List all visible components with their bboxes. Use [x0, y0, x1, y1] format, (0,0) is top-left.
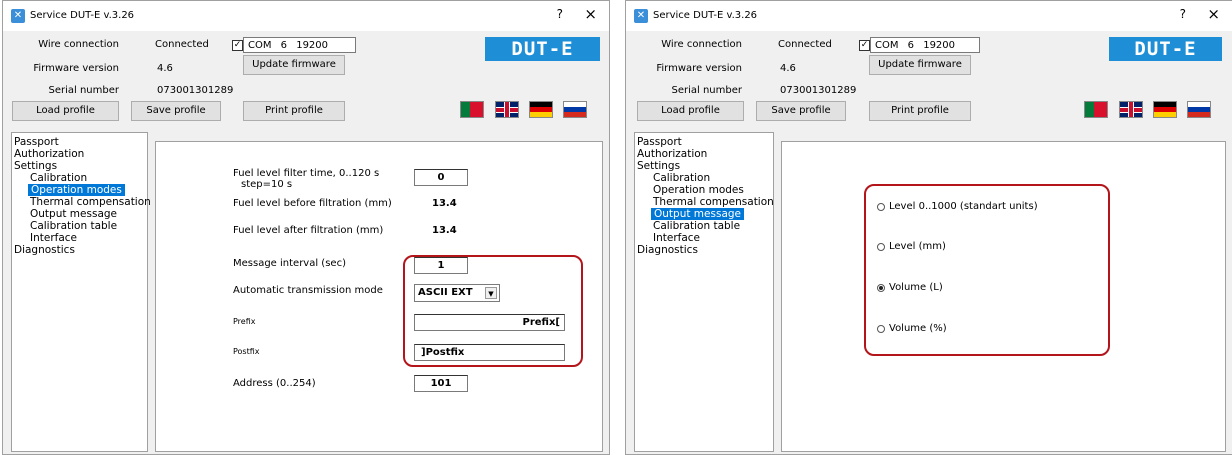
serial-number-value: 073001301289 — [157, 85, 234, 96]
window-title: Service DUT-E v.3.26 — [30, 10, 135, 21]
tree-item-calibration-table[interactable]: Calibration table — [30, 220, 117, 232]
highlight-frame — [403, 255, 583, 367]
level-before-filtration-value: 13.4 — [432, 198, 457, 209]
firmware-version-label: Firmware version — [33, 63, 119, 74]
save-profile-button[interactable]: Save profile — [756, 101, 846, 121]
tree-item-authorization[interactable]: Authorization — [14, 148, 84, 160]
update-firmware-button[interactable]: Update firmware — [243, 55, 345, 75]
dut-e-logo: DUT-E — [1109, 37, 1222, 61]
help-button[interactable]: ? — [557, 7, 563, 21]
filter-step-label: step=10 s — [241, 179, 293, 190]
filter-time-input[interactable]: 0 — [414, 169, 468, 186]
print-profile-button[interactable]: Print profile — [869, 101, 971, 121]
load-profile-button[interactable]: Load profile — [12, 101, 119, 121]
tree-item-settings[interactable]: Settings — [637, 160, 680, 172]
level-before-filtration-label: Fuel level before filtration (mm) — [233, 198, 392, 209]
tree-item-interface[interactable]: Interface — [653, 232, 700, 244]
serial-number-label: Serial number — [48, 85, 119, 96]
flag-portugal-icon[interactable] — [460, 101, 484, 118]
com-checkbox[interactable]: ✓ — [859, 40, 870, 51]
load-profile-button[interactable]: Load profile — [637, 101, 744, 121]
flag-uk-icon[interactable] — [495, 101, 519, 118]
address-label: Address (0..254) — [233, 378, 316, 389]
service-window-output-message: ✕ Service DUT-E v.3.26 ? × Wire connecti… — [625, 0, 1232, 455]
level-after-filtration-label: Fuel level after filtration (mm) — [233, 225, 384, 236]
wire-connection-value: Connected — [778, 39, 832, 50]
close-button[interactable]: × — [584, 5, 597, 23]
com-port-select[interactable]: COM 6 19200 bit/s — [243, 37, 356, 67]
tree-item-calibration-table[interactable]: Calibration table — [653, 220, 740, 232]
flag-russia-icon[interactable] — [1187, 101, 1211, 118]
title-bar: ✕ Service DUT-E v.3.26 ? × — [626, 1, 1232, 31]
tree-item-output-message[interactable]: Output message — [651, 208, 744, 220]
print-profile-button[interactable]: Print profile — [243, 101, 345, 121]
postfix-label: Postfix — [233, 347, 260, 356]
settings-tree: Passport Authorization Settings Calibrat… — [11, 132, 151, 452]
wire-connection-label: Wire connection — [38, 39, 119, 50]
prefix-label: Prefix — [233, 317, 256, 326]
flag-russia-icon[interactable] — [563, 101, 587, 118]
tree-item-thermal-compensation[interactable]: Thermal compensation — [653, 196, 774, 208]
tree-item-thermal-compensation[interactable]: Thermal compensation — [30, 196, 151, 208]
app-icon: ✕ — [11, 9, 25, 23]
serial-number-label: Serial number — [671, 85, 742, 96]
title-bar: ✕ Service DUT-E v.3.26 ? × — [3, 1, 609, 31]
firmware-version-label: Firmware version — [656, 63, 742, 74]
settings-tree: Passport Authorization Settings Calibrat… — [634, 132, 774, 452]
tree-item-settings[interactable]: Settings — [14, 160, 57, 172]
app-icon: ✕ — [634, 9, 648, 23]
tree-item-passport[interactable]: Passport — [14, 136, 59, 148]
com-port-select[interactable]: COM 6 19200 bit/s — [870, 37, 980, 67]
transmission-mode-label: Automatic transmission mode — [233, 285, 383, 296]
tree-item-authorization[interactable]: Authorization — [637, 148, 707, 160]
service-window-operation-modes: ✕ Service DUT-E v.3.26 ? × Wire connecti… — [2, 0, 610, 455]
update-firmware-button[interactable]: Update firmware — [869, 55, 971, 75]
tree-item-passport[interactable]: Passport — [637, 136, 682, 148]
dut-e-logo: DUT-E — [485, 37, 600, 61]
highlight-frame — [864, 184, 1110, 356]
com-checkbox[interactable]: ✓ — [232, 40, 243, 51]
tree-item-diagnostics[interactable]: Diagnostics — [14, 244, 75, 256]
window-title: Service DUT-E v.3.26 — [653, 10, 758, 21]
close-button[interactable]: × — [1207, 5, 1220, 23]
level-after-filtration-value: 13.4 — [432, 225, 457, 236]
wire-connection-value: Connected — [155, 39, 209, 50]
tree-item-calibration[interactable]: Calibration — [30, 172, 87, 184]
save-profile-button[interactable]: Save profile — [131, 101, 221, 121]
tree-item-calibration[interactable]: Calibration — [653, 172, 710, 184]
flag-portugal-icon[interactable] — [1084, 101, 1108, 118]
tree-item-output-message[interactable]: Output message — [30, 208, 117, 220]
filter-time-label: Fuel level filter time, 0..120 s — [233, 168, 380, 179]
address-input[interactable]: 101 — [414, 375, 468, 392]
firmware-version-value: 4.6 — [780, 63, 796, 74]
flag-germany-icon[interactable] — [1153, 101, 1177, 118]
tree-item-operation-modes[interactable]: Operation modes — [28, 184, 125, 196]
tree-item-operation-modes[interactable]: Operation modes — [653, 184, 744, 196]
wire-connection-label: Wire connection — [661, 39, 742, 50]
firmware-version-value: 4.6 — [157, 63, 173, 74]
help-button[interactable]: ? — [1180, 7, 1186, 21]
flag-uk-icon[interactable] — [1119, 101, 1143, 118]
tree-item-diagnostics[interactable]: Diagnostics — [637, 244, 698, 256]
tree-item-interface[interactable]: Interface — [30, 232, 77, 244]
message-interval-label: Message interval (sec) — [233, 258, 346, 269]
flag-germany-icon[interactable] — [529, 101, 553, 118]
serial-number-value: 073001301289 — [780, 85, 857, 96]
